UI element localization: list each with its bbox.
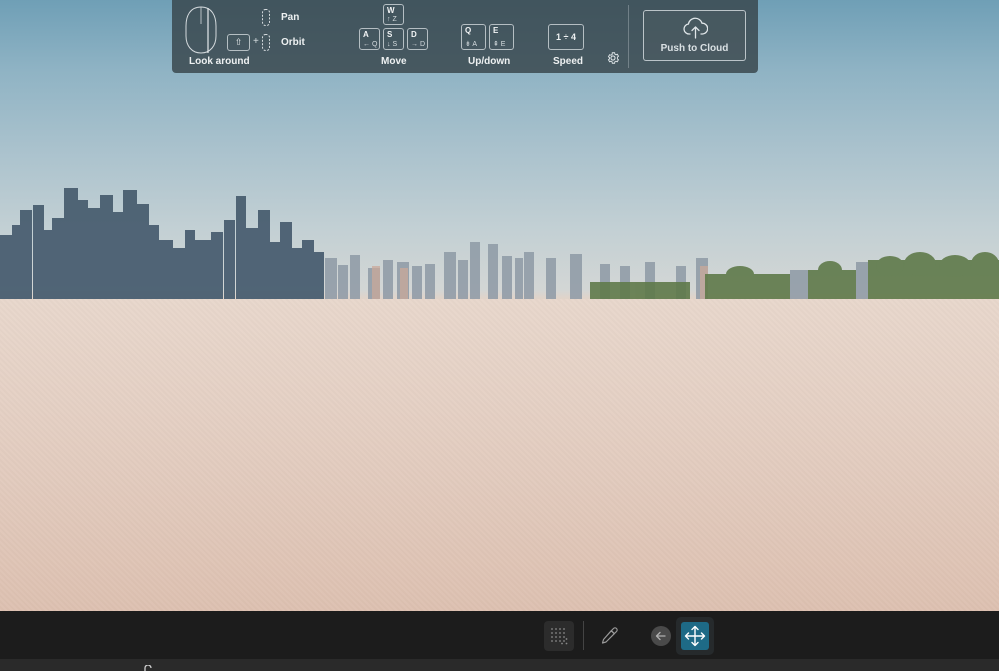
key-w-label: W (387, 6, 395, 15)
push-to-cloud-label: Push to Cloud (660, 43, 729, 54)
key-a: A ← Q (359, 28, 380, 50)
cloud-upload-icon (683, 17, 708, 39)
key-a-hint: ← Q (363, 41, 378, 48)
eyedropper-button[interactable] (596, 623, 622, 649)
key-s-label: S (387, 30, 393, 39)
look-around-label: Look around (189, 56, 250, 67)
grid-dots-icon (551, 628, 568, 645)
toolbar-divider (583, 621, 584, 650)
gear-icon[interactable] (606, 51, 620, 65)
back-button[interactable] (651, 626, 671, 646)
key-e-hint: ⇞ E (493, 41, 506, 48)
undo-icon[interactable] (142, 665, 156, 671)
move-tool-button[interactable] (676, 617, 714, 655)
key-s: S ↓ S (383, 28, 404, 50)
pan-label: Pan (281, 12, 300, 23)
key-e: E ⇞ E (489, 24, 514, 50)
key-s-hint: ↓ S (387, 41, 398, 48)
key-d-label: D (411, 30, 417, 39)
updown-label: Up/down (468, 56, 511, 67)
key-d: D → D (407, 28, 428, 50)
move-label: Move (381, 56, 407, 67)
navigation-controls-overlay: Look around Pan ⇧ + Orbit W ↑ Z A ← Q S … (172, 0, 758, 73)
scene-viewport[interactable] (0, 0, 999, 611)
key-e-label: E (493, 26, 499, 35)
divider (628, 5, 629, 68)
key-w: W ↑ Z (383, 4, 404, 25)
mouse-button-icon (262, 9, 270, 26)
key-d-hint: → D (411, 41, 425, 48)
shift-glyph: ⇧ (234, 37, 243, 47)
move-arrows-icon (684, 625, 706, 647)
speed-range: 1 ÷ 4 (556, 32, 576, 42)
key-q-hint: ⇟ A (465, 41, 478, 48)
bottom-toolbar (0, 611, 999, 659)
orbit-label: Orbit (281, 37, 305, 48)
mouse-icon (185, 6, 217, 54)
ground-plane (0, 299, 999, 611)
grid-toggle-button[interactable] (544, 621, 574, 651)
push-to-cloud-button[interactable]: Push to Cloud (643, 10, 746, 61)
key-a-label: A (363, 30, 369, 39)
arrow-left-icon (655, 631, 666, 641)
speed-label: Speed (553, 56, 584, 67)
eyedropper-icon (601, 627, 618, 644)
shift-key: ⇧ (227, 34, 250, 51)
mouse-button-icon (262, 34, 270, 51)
status-strip (0, 659, 999, 671)
speed-keys: 1 ÷ 4 (548, 24, 584, 50)
key-q: Q ⇟ A (461, 24, 486, 50)
plus-sign: + (253, 36, 259, 47)
key-w-hint: ↑ Z (387, 16, 397, 23)
city-skyline-backdrop (0, 188, 999, 305)
key-q-label: Q (465, 26, 472, 35)
